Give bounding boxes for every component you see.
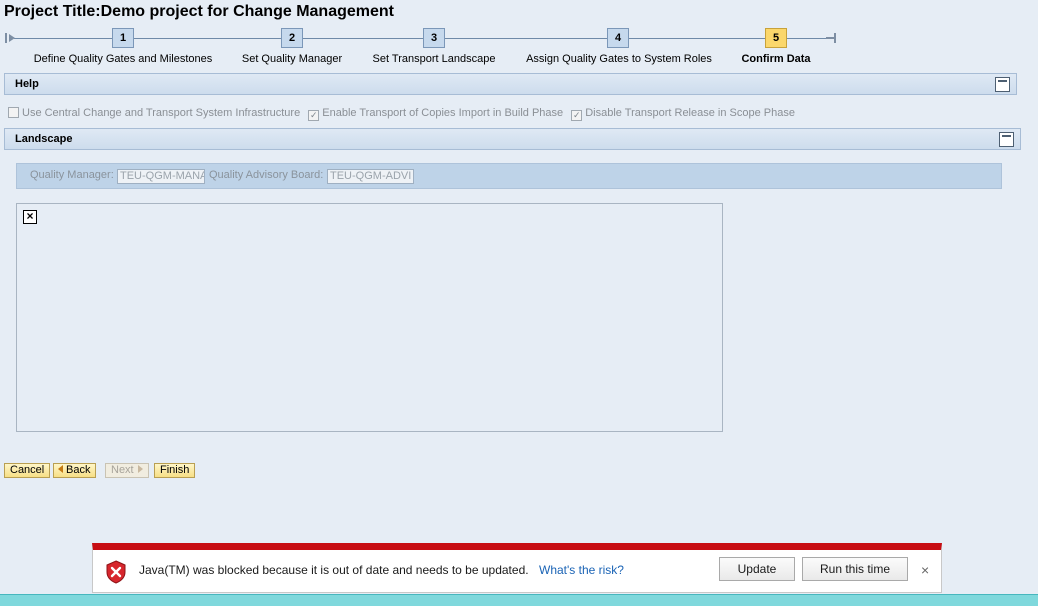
advisory-board-input[interactable]: TEU-QGM-ADVI: [327, 169, 414, 184]
close-icon[interactable]: ×: [921, 562, 929, 578]
update-button[interactable]: Update: [719, 557, 795, 581]
option-transport-of-copies[interactable]: ✓ Enable Transport of Copies Import in Bu…: [308, 107, 563, 121]
java-notification-bar: Java(TM) was blocked because it is out o…: [92, 543, 942, 593]
checkbox-checked-icon[interactable]: ✓: [571, 110, 583, 121]
advisory-board-label: Quality Advisory Board:: [209, 169, 324, 181]
quality-manager-label: Quality Manager:: [30, 169, 114, 181]
roadmap-end-icon: [826, 33, 836, 43]
transport-options: Use Central Change and Transport System …: [8, 107, 800, 121]
finish-button[interactable]: Finish: [154, 463, 196, 478]
option-central-cts[interactable]: Use Central Change and Transport System …: [8, 107, 300, 119]
roadmap: 1 Define Quality Gates and Milestones 2 …: [0, 26, 1038, 70]
roadmap-step-3-label[interactable]: Set Transport Landscape: [373, 53, 496, 65]
checkbox-checked-icon[interactable]: ✓: [308, 110, 320, 121]
help-collapse-icon[interactable]: [995, 77, 1010, 92]
whats-the-risk-link[interactable]: What's the risk?: [539, 563, 624, 577]
roadmap-step-4-label[interactable]: Assign Quality Gates to System Roles: [526, 53, 712, 65]
landscape-collapse-icon[interactable]: [999, 132, 1014, 147]
roadmap-step-2[interactable]: 2: [281, 28, 303, 48]
shield-error-icon: [106, 560, 126, 584]
java-blocked-message: Java(TM) was blocked because it is out o…: [139, 563, 529, 577]
roadmap-step-1-label[interactable]: Define Quality Gates and Milestones: [34, 53, 213, 65]
help-section-title: Help: [15, 78, 39, 90]
broken-plugin-icon: ×: [23, 210, 37, 224]
roadmap-step-5[interactable]: 5: [765, 28, 787, 48]
next-button[interactable]: Next: [105, 463, 149, 478]
back-button[interactable]: Back: [53, 463, 97, 478]
cancel-button[interactable]: Cancel: [4, 463, 51, 478]
roadmap-step-2-label[interactable]: Set Quality Manager: [242, 53, 342, 65]
next-arrow-icon: [137, 465, 143, 473]
page-title: Project Title:Demo project for Change Ma…: [4, 3, 394, 20]
applet-area: ×: [16, 203, 723, 432]
help-section-header[interactable]: Help: [4, 73, 1017, 95]
landscape-fields: Quality Manager: TEU-QGM-MANA Quality Ad…: [16, 163, 1002, 189]
quality-manager-input[interactable]: TEU-QGM-MANA: [117, 169, 205, 184]
roadmap-step-1[interactable]: 1: [112, 28, 134, 48]
roadmap-step-3[interactable]: 3: [423, 28, 445, 48]
roadmap-start-icon: [5, 33, 15, 43]
option-disable-release[interactable]: ✓ Disable Transport Release in Scope Phas…: [571, 107, 795, 121]
back-arrow-icon: [58, 465, 63, 473]
checkbox-unchecked-icon[interactable]: [8, 107, 19, 118]
bottom-strip: [0, 594, 1038, 606]
landscape-section-header[interactable]: Landscape: [4, 128, 1021, 150]
roadmap-step-4[interactable]: 4: [607, 28, 629, 48]
run-this-time-button[interactable]: Run this time: [802, 557, 908, 581]
landscape-section-title: Landscape: [15, 133, 73, 145]
roadmap-step-5-label[interactable]: Confirm Data: [741, 53, 810, 65]
